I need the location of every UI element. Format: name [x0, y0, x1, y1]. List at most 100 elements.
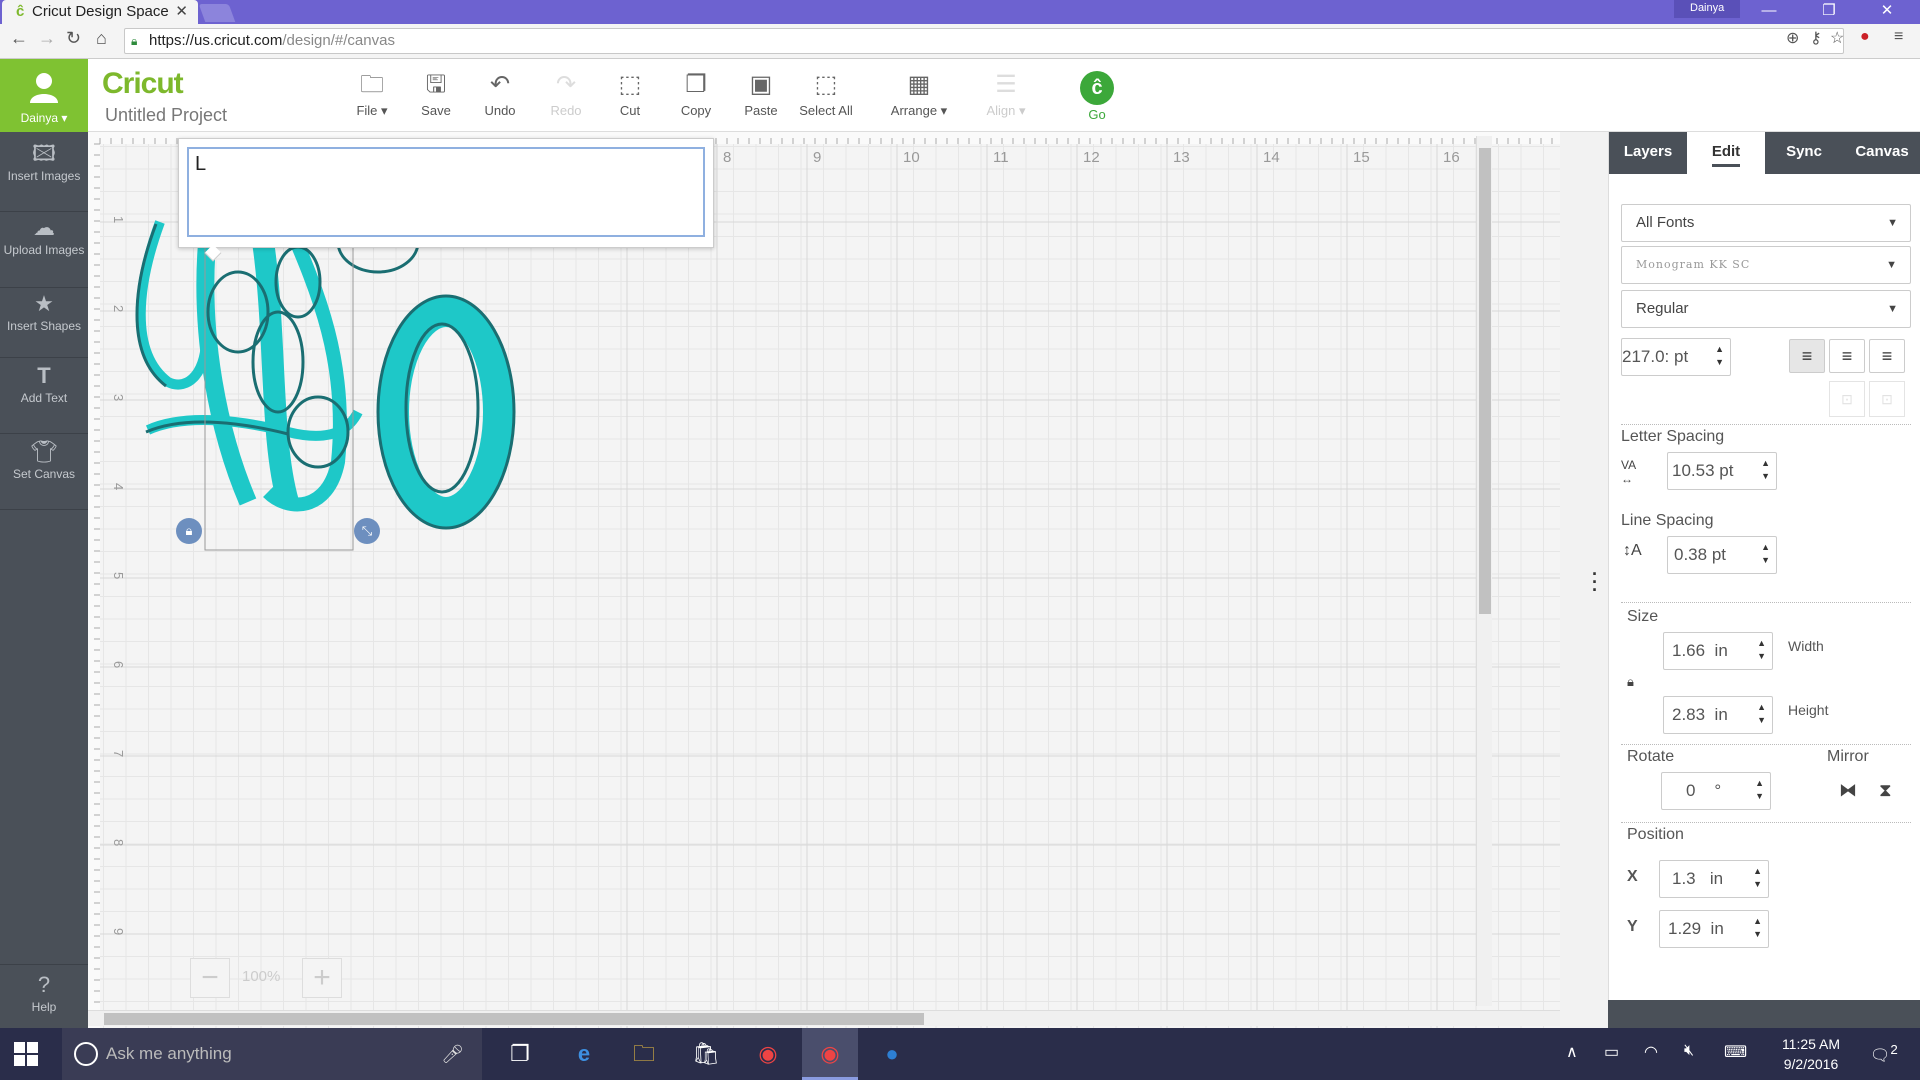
stepper-arrows-icon[interactable]: ▲ ▼: [1761, 457, 1770, 483]
arrange-button[interactable]: ▦ Arrange ▾: [883, 67, 955, 119]
ungroup-lines-button[interactable]: ⊡: [1869, 381, 1905, 417]
tab-canvas[interactable]: Canvas: [1843, 132, 1920, 174]
chrome-active-icon[interactable]: ◉: [802, 1028, 858, 1080]
height-stepper[interactable]: 2.83 in ▲ ▼: [1663, 696, 1773, 734]
restore-icon[interactable]: ❐: [1806, 0, 1852, 24]
wifi-icon[interactable]: ◠: [1644, 1042, 1658, 1062]
zoom-out-button[interactable]: −: [190, 958, 230, 998]
edge-icon[interactable]: e: [556, 1028, 612, 1080]
file-button[interactable]: 🗀︎ File ▾: [340, 67, 404, 119]
x-position-stepper[interactable]: 1.3 in ▲ ▼: [1659, 860, 1769, 898]
paste-button[interactable]: ▣ Paste: [729, 67, 793, 118]
font-filter-dropdown[interactable]: All Fonts ▼: [1621, 204, 1911, 242]
y-position-stepper[interactable]: 1.29 in ▲ ▼: [1659, 910, 1769, 948]
ungroup-letters-button[interactable]: ⊡: [1829, 381, 1865, 417]
separator: [1621, 424, 1911, 425]
font-size-stepper[interactable]: 217.0: pt ▲ ▼: [1621, 338, 1731, 376]
upload-images-button[interactable]: ☁ Upload Images: [0, 214, 88, 288]
forward-icon[interactable]: →: [38, 28, 56, 49]
save-button[interactable]: 🖫︎ Save: [404, 67, 468, 118]
mirror-horizontal-icon[interactable]: ⧓: [1839, 780, 1857, 801]
vertical-scrollbar[interactable]: [1476, 136, 1492, 1006]
design-canvas[interactable]: 78910111213141516123456789 🔒︎ ⤡ − 100% +: [88, 132, 1560, 1028]
tab-sync[interactable]: Sync: [1765, 132, 1843, 174]
battery-icon[interactable]: ▭: [1604, 1042, 1619, 1062]
mirror-vertical-icon[interactable]: ⧗: [1879, 780, 1892, 801]
stepper-arrows-icon[interactable]: ▲ ▼: [1715, 343, 1724, 369]
x-label: X: [1627, 868, 1638, 885]
help-icon: ?: [37, 972, 51, 997]
add-text-button[interactable]: T Add Text: [0, 362, 88, 434]
insert-images-button[interactable]: 🖾︎ Insert Images: [0, 140, 88, 212]
tab-layers[interactable]: Layers: [1609, 132, 1687, 174]
user-menu[interactable]: Dainya ▾: [0, 59, 88, 132]
rotate-stepper[interactable]: 0 ° ▲ ▼: [1661, 772, 1771, 810]
select-all-button[interactable]: ⬚ Select All: [794, 67, 858, 118]
font-style-dropdown[interactable]: Regular ▼: [1621, 290, 1911, 328]
resize-handle-icon[interactable]: ⤡: [354, 518, 380, 544]
go-button[interactable]: ĉ: [1080, 71, 1114, 105]
letter-spacing-stepper[interactable]: 10.53 pt ▲ ▼: [1667, 452, 1777, 490]
copy-button[interactable]: ❐ Copy: [664, 67, 728, 118]
cortana-search-input[interactable]: Ask me anything 🎤︎: [62, 1028, 482, 1080]
reload-icon[interactable]: ↻: [66, 28, 81, 49]
windows-start-icon[interactable]: [14, 1042, 38, 1066]
tray-expand-icon[interactable]: ∧: [1566, 1042, 1578, 1062]
set-canvas-button[interactable]: 👕︎ Set Canvas: [0, 438, 88, 510]
horizontal-scroll-thumb[interactable]: [104, 1013, 924, 1025]
stepper-arrows-icon[interactable]: ▲ ▼: [1753, 915, 1762, 941]
lock-handle-icon[interactable]: 🔒︎: [176, 518, 202, 544]
zoom-icon[interactable]: ⊕: [1786, 28, 1799, 48]
help-button[interactable]: ? Help: [0, 964, 88, 1024]
clock[interactable]: 11:25 AM 9/2/2016: [1766, 1034, 1856, 1074]
back-icon[interactable]: ←: [10, 28, 28, 49]
align-left-button[interactable]: ≡: [1789, 339, 1825, 373]
new-tab-button[interactable]: [198, 4, 236, 22]
profile-badge[interactable]: Dainya: [1674, 0, 1741, 18]
volume-muted-icon[interactable]: 🔇︎: [1684, 1042, 1694, 1060]
home-icon[interactable]: ⌂: [96, 28, 107, 49]
stepper-arrows-icon[interactable]: ▲ ▼: [1761, 541, 1770, 567]
taskbar: Ask me anything 🎤︎ ❐ e 🗀︎ 🛍︎ ◉ ◉ ● ∧ ▭ ◠…: [0, 1028, 1920, 1080]
panel-toggle-icon[interactable]: · · ·: [1592, 565, 1598, 599]
stepper-arrows-icon[interactable]: ▲ ▼: [1757, 637, 1766, 663]
url-input[interactable]: 🔒︎ https://us.cricut.com/design/#/canvas: [124, 28, 1844, 54]
align-right-button[interactable]: ≡: [1869, 339, 1905, 373]
aspect-lock-icon[interactable]: 🔒︎: [1627, 674, 1634, 690]
tab-edit[interactable]: Edit: [1687, 132, 1765, 174]
bookmark-star-icon[interactable]: ☆: [1830, 28, 1844, 48]
menu-icon[interactable]: ≡: [1894, 28, 1903, 46]
browser-tab[interactable]: ĉ Cricut Design Space ✕: [2, 0, 198, 24]
align-center-button[interactable]: ≡: [1829, 339, 1865, 373]
stepper-arrows-icon[interactable]: ▲ ▼: [1757, 701, 1766, 727]
chrome-icon[interactable]: ◉: [740, 1028, 796, 1080]
width-stepper[interactable]: 1.66 in ▲ ▼: [1663, 632, 1773, 670]
close-window-icon[interactable]: ✕: [1864, 0, 1910, 24]
stepper-arrows-icon[interactable]: ▲ ▼: [1753, 865, 1762, 891]
undo-button[interactable]: ↶ Undo: [468, 67, 532, 118]
text-input[interactable]: L: [187, 147, 705, 237]
notifications-icon[interactable]: 🗨︎2: [1870, 1042, 1898, 1065]
microphone-icon[interactable]: 🎤︎: [441, 1028, 464, 1080]
close-tab-icon[interactable]: ✕: [175, 0, 188, 24]
horizontal-scrollbar[interactable]: [88, 1010, 1560, 1026]
file-explorer-icon[interactable]: 🗀︎: [616, 1028, 672, 1080]
align-button[interactable]: ☰ Align ▾: [974, 67, 1038, 119]
vertical-scroll-thumb[interactable]: [1479, 148, 1491, 614]
ruler-top-label: 9: [813, 149, 821, 166]
font-name-dropdown[interactable]: Monogram KK SC ▼: [1621, 246, 1911, 284]
store-icon[interactable]: 🛍︎: [678, 1028, 734, 1080]
pinterest-icon[interactable]: ●: [1860, 28, 1870, 46]
keyboard-icon[interactable]: ⌨: [1724, 1042, 1747, 1062]
position-label: Position: [1627, 826, 1684, 843]
line-spacing-stepper[interactable]: 0.38 pt ▲ ▼: [1667, 536, 1777, 574]
cricut-app-icon[interactable]: ●: [864, 1028, 920, 1080]
stepper-arrows-icon[interactable]: ▲ ▼: [1755, 777, 1764, 803]
redo-button[interactable]: ↷ Redo: [534, 67, 598, 118]
key-icon[interactable]: ⚷: [1810, 28, 1822, 48]
task-view-icon[interactable]: ❐: [492, 1028, 548, 1080]
zoom-in-button[interactable]: +: [302, 958, 342, 998]
cut-button[interactable]: ⬚ Cut: [598, 67, 662, 118]
insert-shapes-button[interactable]: ★ Insert Shapes: [0, 290, 88, 358]
minimize-icon[interactable]: —: [1746, 0, 1792, 24]
